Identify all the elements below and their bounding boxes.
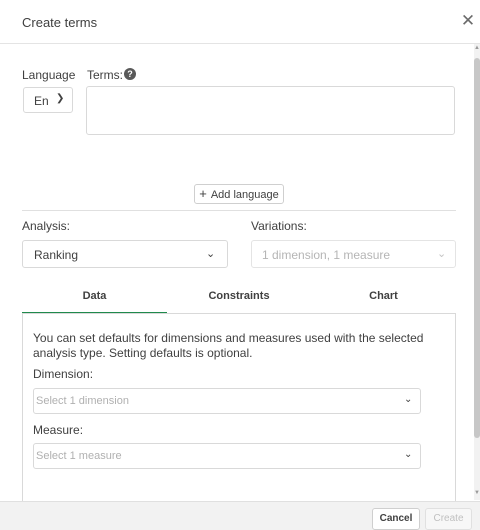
add-language-label: Add language xyxy=(210,189,279,201)
tab-chart[interactable]: Chart xyxy=(311,290,456,312)
data-description: You can set defaults for dimensions and … xyxy=(33,331,424,360)
analysis-label: Analysis: xyxy=(22,219,71,233)
dialog-title: Create terms xyxy=(22,15,98,30)
tab-constraints[interactable]: Constraints xyxy=(167,290,311,312)
language-value: En xyxy=(34,94,49,108)
dimension-label: Dimension: xyxy=(33,367,94,381)
dimension-placeholder: Select 1 dimension xyxy=(36,395,129,407)
dimension-select[interactable]: Select 1 dimension ⌄ xyxy=(33,388,421,414)
variations-label: Variations: xyxy=(251,219,307,233)
dialog-header: Create terms xyxy=(0,0,480,44)
variations-value: 1 dimension, 1 measure xyxy=(262,248,391,262)
analysis-value: Ranking xyxy=(34,248,79,262)
tab-data[interactable]: Data xyxy=(22,290,167,312)
measure-select[interactable]: Select 1 measure ⌄ xyxy=(33,443,421,469)
chevron-down-icon: ⌄ xyxy=(404,394,413,405)
measure-label: Measure: xyxy=(33,423,84,437)
scrollbar-thumb[interactable] xyxy=(474,58,480,438)
language-select[interactable]: En ❯ xyxy=(23,87,73,113)
terms-input[interactable] xyxy=(86,86,455,135)
chevron-down-icon: ⌄ xyxy=(404,449,413,460)
measure-placeholder: Select 1 measure xyxy=(36,450,122,462)
chevron-down-icon: ⌄ xyxy=(437,248,447,260)
cancel-button[interactable]: Cancel xyxy=(372,508,420,530)
scroll-up-icon[interactable]: ▲ xyxy=(474,45,480,51)
close-icon[interactable]: ✕ xyxy=(460,12,476,29)
chevron-down-icon: ⌄ xyxy=(206,248,216,260)
chevron-down-icon: ❯ xyxy=(56,93,65,104)
variations-select: 1 dimension, 1 measure ⌄ xyxy=(251,240,456,268)
language-label: Language xyxy=(22,68,76,82)
analysis-select[interactable]: Ranking ⌄ xyxy=(22,240,228,268)
add-language-button[interactable]: + Add language xyxy=(194,184,284,204)
section-divider xyxy=(22,210,456,211)
terms-label: Terms: xyxy=(87,68,123,82)
plus-icon: + xyxy=(199,186,207,201)
create-button[interactable]: Create xyxy=(425,508,472,530)
question-icon[interactable]: ? xyxy=(124,68,136,80)
scroll-down-icon[interactable]: ▼ xyxy=(474,490,480,496)
